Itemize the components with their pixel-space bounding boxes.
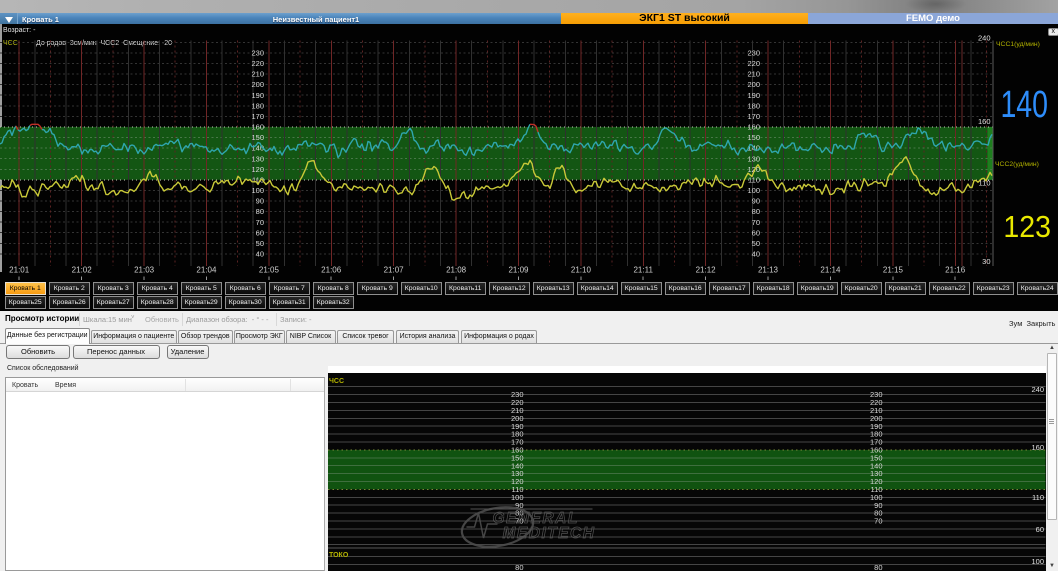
svg-text:21:06: 21:06 (321, 266, 342, 275)
svg-text:21:13: 21:13 (758, 266, 779, 275)
svg-text:210: 210 (747, 70, 760, 79)
svg-text:70: 70 (752, 218, 760, 227)
svg-text:40: 40 (752, 250, 760, 259)
svg-text:70: 70 (256, 218, 264, 227)
svg-text:21:02: 21:02 (72, 266, 93, 275)
svg-text:240: 240 (978, 33, 991, 42)
svg-text:MEDITECH: MEDITECH (502, 525, 595, 542)
svg-text:40: 40 (256, 250, 264, 259)
svg-text:80: 80 (256, 207, 264, 216)
svg-text:60: 60 (752, 228, 760, 237)
svg-text:30: 30 (982, 257, 990, 266)
svg-text:21:04: 21:04 (196, 266, 217, 275)
svg-text:21:10: 21:10 (571, 266, 592, 275)
svg-text:50: 50 (752, 239, 760, 248)
svg-text:80: 80 (515, 563, 523, 571)
svg-text:200: 200 (747, 80, 760, 89)
svg-text:60: 60 (256, 228, 264, 237)
svg-text:21:14: 21:14 (820, 266, 841, 275)
svg-text:230: 230 (251, 49, 264, 58)
svg-text:21:16: 21:16 (945, 266, 966, 275)
svg-text:160: 160 (978, 117, 991, 126)
svg-text:110: 110 (748, 175, 760, 184)
svg-text:150: 150 (747, 133, 760, 142)
svg-text:21:08: 21:08 (446, 266, 467, 275)
svg-text:220: 220 (747, 59, 760, 68)
svg-text:190: 190 (747, 91, 760, 100)
svg-text:100: 100 (747, 186, 760, 195)
svg-text:160: 160 (251, 123, 264, 132)
svg-text:21:15: 21:15 (883, 266, 904, 275)
svg-text:100: 100 (251, 186, 264, 195)
svg-text:210: 210 (251, 70, 264, 79)
svg-text:160: 160 (1031, 443, 1044, 452)
svg-text:160: 160 (747, 123, 760, 132)
svg-text:170: 170 (747, 112, 760, 121)
svg-text:180: 180 (747, 101, 760, 110)
svg-text:21:09: 21:09 (508, 266, 529, 275)
svg-text:50: 50 (256, 239, 264, 248)
svg-text:230: 230 (747, 49, 760, 58)
svg-text:190: 190 (251, 91, 264, 100)
svg-text:21:01: 21:01 (9, 266, 30, 275)
svg-text:110: 110 (1032, 493, 1044, 502)
svg-text:170: 170 (251, 112, 264, 121)
svg-text:200: 200 (251, 80, 264, 89)
svg-text:60: 60 (1035, 525, 1043, 534)
svg-text:21:07: 21:07 (384, 266, 405, 275)
svg-text:90: 90 (256, 197, 264, 206)
svg-text:21:03: 21:03 (134, 266, 155, 275)
svg-text:240: 240 (1031, 385, 1044, 394)
svg-text:80: 80 (752, 207, 760, 216)
svg-text:21:05: 21:05 (259, 266, 280, 275)
svg-text:80: 80 (874, 563, 882, 571)
svg-text:120: 120 (251, 165, 264, 174)
svg-text:130: 130 (251, 154, 264, 163)
svg-text:150: 150 (251, 133, 264, 142)
svg-text:21:11: 21:11 (633, 266, 653, 275)
svg-text:90: 90 (752, 197, 760, 206)
svg-text:21:12: 21:12 (696, 266, 717, 275)
svg-text:220: 220 (251, 59, 264, 68)
svg-text:180: 180 (251, 101, 264, 110)
svg-text:70: 70 (874, 517, 882, 526)
svg-text:130: 130 (747, 154, 760, 163)
svg-text:100: 100 (1031, 557, 1044, 566)
